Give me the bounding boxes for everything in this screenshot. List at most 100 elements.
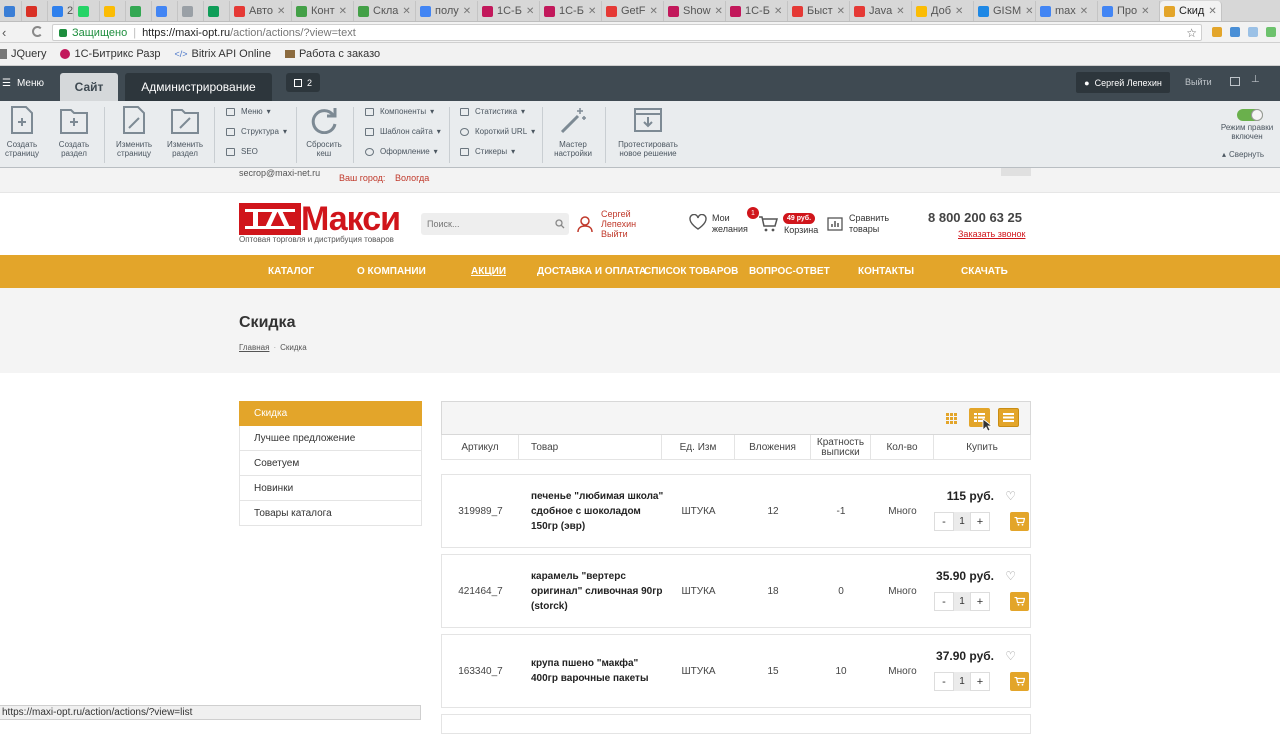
- site-email[interactable]: secrop@maxi-net.ru: [239, 168, 320, 178]
- admin-logout[interactable]: Выйти: [1185, 77, 1212, 87]
- tab-close-icon[interactable]: ✕: [1025, 6, 1033, 17]
- tab-close-icon[interactable]: ✕: [463, 6, 471, 17]
- user-logout-link[interactable]: Выйти: [601, 229, 636, 239]
- browser-tab[interactable]: [178, 1, 204, 21]
- browser-tab[interactable]: [74, 1, 100, 21]
- wizard-button[interactable]: Мастер настройки: [549, 106, 597, 158]
- user-first-name[interactable]: Сергей: [601, 209, 636, 219]
- search-input[interactable]: [421, 213, 546, 235]
- bookmark-jquery[interactable]: JQuery: [0, 48, 46, 60]
- reset-cache-button[interactable]: Сбросить кеш: [302, 106, 346, 158]
- qty-value[interactable]: 1: [954, 672, 970, 691]
- row-product-link[interactable]: крупа пшено "макфа" 400гр варочные пакеты: [531, 635, 666, 707]
- tab-site[interactable]: Сайт: [60, 73, 118, 101]
- seo-tool[interactable]: SEO: [226, 147, 258, 156]
- statistics-tool[interactable]: Статистика ▾: [460, 107, 525, 116]
- sidebar-item-best-offer[interactable]: Лучшее предложение: [239, 426, 422, 451]
- sidebar-item-new[interactable]: Новинки: [239, 476, 422, 501]
- sidebar-item-catalog-products[interactable]: Товары каталога: [239, 501, 422, 526]
- grid-view-icon[interactable]: [946, 413, 957, 424]
- browser-tab[interactable]: [204, 1, 230, 21]
- edit-section-button[interactable]: Изменить раздел: [164, 106, 206, 158]
- browser-tab[interactable]: [100, 1, 126, 21]
- qty-minus-button[interactable]: -: [934, 592, 954, 611]
- bookmark-orders[interactable]: Работа с заказо: [284, 48, 380, 60]
- menu-tool[interactable]: Меню ▾: [226, 107, 271, 116]
- nav-delivery[interactable]: Доставка и оплата: [537, 266, 646, 277]
- tab-administration[interactable]: Администрирование: [125, 73, 272, 101]
- browser-tab[interactable]: Авто ✕: [230, 1, 292, 21]
- browser-tab[interactable]: Скид ✕: [1160, 1, 1222, 21]
- browser-tab[interactable]: Про ✕: [1098, 1, 1160, 21]
- tab-close-icon[interactable]: ✕: [339, 6, 347, 17]
- create-page-button[interactable]: Создать страницу: [2, 106, 42, 158]
- browser-tab[interactable]: Show ✕: [664, 1, 726, 21]
- qty-plus-button[interactable]: +: [970, 512, 990, 531]
- short-url-tool[interactable]: Короткий URL ▾: [460, 127, 535, 136]
- compare-icon[interactable]: [827, 217, 843, 231]
- tab-close-icon[interactable]: ✕: [277, 6, 285, 17]
- extension-icon[interactable]: [1212, 27, 1222, 37]
- browser-tab[interactable]: [22, 1, 48, 21]
- extension-icon[interactable]: [1248, 27, 1258, 37]
- tab-close-icon[interactable]: ✕: [649, 6, 657, 17]
- design-tool[interactable]: Оформление ▾: [365, 147, 438, 156]
- create-section-button[interactable]: Создать раздел: [54, 106, 94, 158]
- browser-tab[interactable]: 1С-Б ✕: [726, 1, 788, 21]
- browser-tab[interactable]: [126, 1, 152, 21]
- browser-tab[interactable]: [152, 1, 178, 21]
- row-product-link[interactable]: карамель "вертерс оригинал" сливочная 90г…: [531, 555, 666, 627]
- qty-minus-button[interactable]: -: [934, 512, 954, 531]
- add-to-cart-button[interactable]: [1010, 592, 1029, 611]
- edit-mode-toggle[interactable]: [1237, 109, 1263, 121]
- add-to-cart-button[interactable]: [1010, 672, 1029, 691]
- search-box[interactable]: [421, 213, 569, 235]
- nav-catalog[interactable]: Каталог: [268, 266, 314, 277]
- callback-link[interactable]: Заказать звонок: [958, 229, 1025, 239]
- tab-close-icon[interactable]: ✕: [1080, 6, 1088, 17]
- qty-value[interactable]: 1: [954, 512, 970, 531]
- cart-label[interactable]: Корзина: [784, 225, 818, 235]
- qty-plus-button[interactable]: +: [970, 592, 990, 611]
- test-solution-button[interactable]: Протестировать новое решение: [616, 106, 680, 158]
- browser-tab[interactable]: GISM ✕: [974, 1, 1036, 21]
- edit-page-button[interactable]: Изменить страницу: [113, 106, 155, 158]
- browser-tab[interactable]: 1С-Б ✕: [540, 1, 602, 21]
- city-selector[interactable]: Вологда: [395, 173, 429, 183]
- browser-tab[interactable]: GetF ✕: [602, 1, 664, 21]
- template-tool[interactable]: Шаблон сайта ▾: [365, 127, 441, 136]
- extension-icon[interactable]: [1266, 27, 1276, 37]
- breadcrumb-home[interactable]: Главная: [239, 343, 269, 352]
- tab-close-icon[interactable]: ✕: [526, 6, 534, 17]
- bookmark-bitrix[interactable]: 1С-Битрикс Разр: [60, 48, 160, 60]
- sidebar-item-recommended[interactable]: Советуем: [239, 451, 422, 476]
- wishlist-heart-icon[interactable]: ♡: [1005, 649, 1016, 663]
- heart-icon[interactable]: [689, 214, 707, 230]
- sidebar-item-discount[interactable]: Скидка: [239, 401, 422, 426]
- stickers-tool[interactable]: Стикеры ▾: [460, 147, 515, 156]
- add-to-cart-button[interactable]: [1010, 512, 1029, 531]
- qty-minus-button[interactable]: -: [934, 672, 954, 691]
- row-product-link[interactable]: печенье "любимая школа" сдобное с шоколад…: [531, 475, 666, 547]
- compare-link[interactable]: Сравнить товары: [849, 213, 889, 235]
- text-view-button[interactable]: [998, 408, 1019, 427]
- qty-plus-button[interactable]: +: [970, 672, 990, 691]
- browser-tab[interactable]: Скла ✕: [354, 1, 416, 21]
- tab-close-icon[interactable]: ✕: [1141, 6, 1149, 17]
- browser-tab[interactable]: Быст ✕: [788, 1, 850, 21]
- nav-faq[interactable]: Вопрос-ответ: [749, 266, 830, 277]
- tab-close-icon[interactable]: ✕: [1208, 6, 1216, 17]
- tab-close-icon[interactable]: ✕: [774, 6, 782, 17]
- site-logo[interactable]: Макси: [239, 202, 401, 236]
- vk-icon[interactable]: [1001, 168, 1031, 176]
- user-icon[interactable]: [576, 215, 594, 233]
- address-bar[interactable]: Защищено | https://maxi-opt.ru/action/ac…: [52, 24, 1202, 41]
- nav-about[interactable]: О компании: [357, 266, 426, 277]
- back-icon[interactable]: ‹: [2, 25, 6, 40]
- admin-menu-button[interactable]: ☰ Меню: [0, 66, 52, 101]
- nav-contacts[interactable]: Контакты: [858, 266, 914, 277]
- bookmark-bitrix-api[interactable]: </> Bitrix API Online: [174, 48, 271, 60]
- phone-number[interactable]: 8 800 200 63 25: [928, 210, 1022, 225]
- cart-icon[interactable]: [758, 216, 778, 232]
- browser-tab[interactable]: [0, 1, 22, 21]
